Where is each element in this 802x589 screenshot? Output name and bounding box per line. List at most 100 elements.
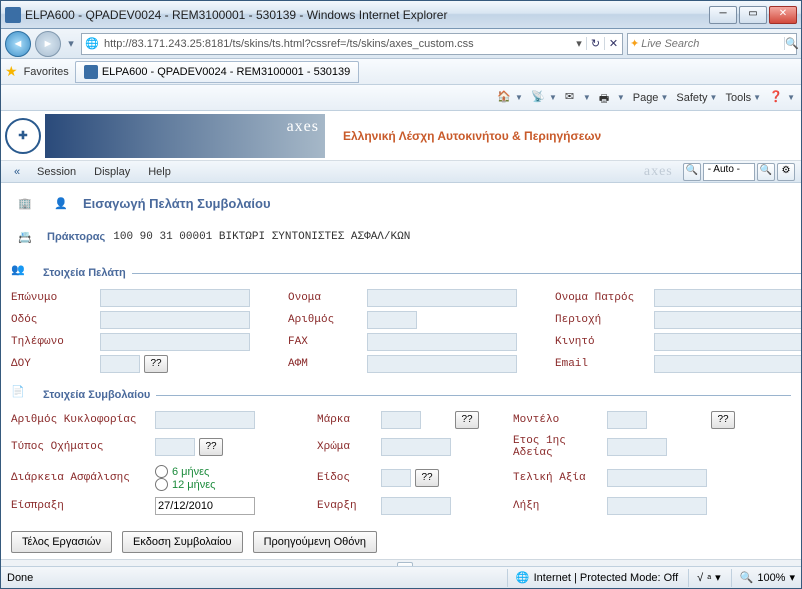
issue-contract-button[interactable]: Εκδοση Συμβολαίου xyxy=(122,531,243,553)
input-afm[interactable] xyxy=(367,355,517,373)
input-enarxi[interactable] xyxy=(381,497,451,515)
forward-button[interactable]: ► xyxy=(35,31,61,57)
favorites-star-icon[interactable]: ★ xyxy=(5,63,18,80)
home-button[interactable]: 🏠▼ xyxy=(497,90,523,106)
globe-icon: 🌐 xyxy=(516,571,530,584)
refresh-button[interactable]: ↻ xyxy=(586,37,604,50)
search-box[interactable]: ✦ 🔍 xyxy=(627,33,797,55)
input-kinito[interactable] xyxy=(654,333,801,351)
input-doy[interactable] xyxy=(100,355,140,373)
lbl-arithmos-kykl: Αριθμός Κυκλοφορίας xyxy=(11,414,151,426)
input-eispraxi[interactable] xyxy=(155,497,255,515)
radio-12-months[interactable]: 12 μήνες xyxy=(155,478,255,491)
end-task-button[interactable]: Τέλος Εργασιών xyxy=(11,531,112,553)
search-input[interactable] xyxy=(641,38,784,50)
stop-button[interactable]: ✕ xyxy=(604,37,622,50)
input-eidos[interactable] xyxy=(381,469,411,487)
zoom-level[interactable]: 🔍 100% ▾ xyxy=(731,569,795,587)
close-button[interactable]: ✕ xyxy=(769,6,797,24)
lookup-doy-button[interactable]: ?? xyxy=(144,355,168,373)
input-arithmos-kykl[interactable] xyxy=(155,411,255,429)
input-teliki-axia[interactable] xyxy=(607,469,707,487)
lbl-email: Email xyxy=(555,358,650,370)
input-perioxi[interactable] xyxy=(654,311,801,329)
lookup-montelo-button[interactable]: ?? xyxy=(711,411,735,429)
safety-menu[interactable]: Safety▼ xyxy=(676,92,717,104)
zoom-mode-select[interactable]: - Auto - xyxy=(703,163,755,181)
action-buttons: Τέλος Εργασιών Εκδοση Συμβολαίου Προηγού… xyxy=(11,531,791,553)
menu-session[interactable]: Session xyxy=(29,164,84,180)
url-dropdown[interactable]: ▾ xyxy=(572,37,586,50)
input-xroma[interactable] xyxy=(381,438,451,456)
protected-mode-toggle[interactable]: √a ▾ xyxy=(688,569,720,587)
security-zone[interactable]: 🌐 Internet | Protected Mode: Off xyxy=(507,569,678,587)
favorites-label[interactable]: Favorites xyxy=(24,66,69,78)
horizontal-scrollbar[interactable] xyxy=(1,559,801,566)
menu-help[interactable]: Help xyxy=(140,164,179,180)
lbl-eidos: Είδος xyxy=(317,472,377,484)
input-etos-adeias[interactable] xyxy=(607,438,667,456)
favorites-bar: ★ Favorites ELPA600 - QPADEV0024 - REM31… xyxy=(1,59,801,85)
input-onoma-patros[interactable] xyxy=(654,289,801,307)
lookup-typos-button[interactable]: ?? xyxy=(199,438,223,456)
lbl-enarxi: Εναρξη xyxy=(317,500,377,512)
back-button[interactable]: ◄ xyxy=(5,31,31,57)
document-icon: 📄 xyxy=(11,385,37,407)
lookup-eidos-button[interactable]: ?? xyxy=(415,469,439,487)
lbl-typos: Τύπος Οχήματος xyxy=(11,441,151,453)
page-menu[interactable]: Page▼ xyxy=(633,92,669,104)
maximize-button[interactable]: ▭ xyxy=(739,6,767,24)
address-bar[interactable]: 🌐 ▾ ↻ ✕ xyxy=(81,33,623,55)
command-bar: 🏠▼ 📡▼ ✉▼ 🖶▼ Page▼ Safety▼ Tools▼ ❓▼ xyxy=(1,85,801,111)
lbl-afm: ΑΦΜ xyxy=(288,358,363,370)
lookup-marka-button[interactable]: ?? xyxy=(455,411,479,429)
input-email[interactable] xyxy=(654,355,801,373)
tab-title: ELPA600 - QPADEV0024 - REM3100001 - 5301… xyxy=(102,66,350,78)
input-fax[interactable] xyxy=(367,333,517,351)
lbl-teliki-axia: Τελική Αξία xyxy=(513,472,603,484)
agent-label: Πράκτορας xyxy=(47,231,105,243)
page-heading: 🏢 👤 Εισαγωγή Πελάτη Συμβολαίου xyxy=(11,189,791,217)
input-marka[interactable] xyxy=(381,411,421,429)
app-banner: ✚ Ελληνική Λέσχη Αυτοκινήτου & Περιηγήσε… xyxy=(1,111,801,161)
lbl-onoma: Ονομα xyxy=(288,292,363,304)
help-button[interactable]: ❓▼ xyxy=(769,90,795,106)
input-lixi[interactable] xyxy=(607,497,707,515)
help-icon: ❓ xyxy=(769,90,785,106)
input-onoma[interactable] xyxy=(367,289,517,307)
lbl-montelo: Μοντέλο xyxy=(513,414,603,426)
collapse-button[interactable]: « xyxy=(7,163,27,181)
history-dropdown[interactable]: ▾ xyxy=(65,32,77,56)
input-montelo[interactable] xyxy=(607,411,647,429)
input-eponymo[interactable] xyxy=(100,289,250,307)
mail-button[interactable]: ✉▼ xyxy=(565,90,591,106)
print-button[interactable]: 🖶▼ xyxy=(599,90,625,106)
scrollbar-thumb[interactable] xyxy=(397,562,413,567)
previous-screen-button[interactable]: Προηγούμενη Οθόνη xyxy=(253,531,377,553)
input-typos[interactable] xyxy=(155,438,195,456)
input-arithmos[interactable] xyxy=(367,311,417,329)
page-icon: 🌐 xyxy=(84,36,100,52)
lbl-diarkeia: Διάρκεια Ασφάλισης xyxy=(11,472,151,484)
rss-icon: 📡 xyxy=(531,90,547,106)
mail-icon: ✉ xyxy=(565,90,581,106)
lbl-lixi: Λήξη xyxy=(513,500,603,512)
input-tilefono[interactable] xyxy=(100,333,250,351)
zoom-fit-button[interactable]: 🔍 xyxy=(683,163,701,181)
feeds-button[interactable]: 📡▼ xyxy=(531,90,557,106)
radio-6-months[interactable]: 6 μήνες xyxy=(155,465,255,478)
browser-tab[interactable]: ELPA600 - QPADEV0024 - REM3100001 - 5301… xyxy=(75,61,359,83)
settings-icon[interactable]: ⚙ xyxy=(777,163,795,181)
browser-statusbar: Done 🌐 Internet | Protected Mode: Off √a… xyxy=(1,566,801,588)
minimize-button[interactable]: ─ xyxy=(709,6,737,24)
lbl-arithmos: Αριθμός xyxy=(288,314,363,326)
zoom-out-button[interactable]: 🔍 xyxy=(757,163,775,181)
menu-display[interactable]: Display xyxy=(86,164,138,180)
input-odos[interactable] xyxy=(100,311,250,329)
add-user-icon: 👤 xyxy=(47,189,75,217)
search-go-button[interactable]: 🔍 xyxy=(784,37,799,50)
tools-menu[interactable]: Tools▼ xyxy=(725,92,761,104)
banner-image xyxy=(45,114,325,158)
url-input[interactable] xyxy=(102,35,572,53)
contract-fieldset: 📄Στοιχεία Συμβολαίου Αριθμός Κυκλοφορίας… xyxy=(11,389,791,515)
